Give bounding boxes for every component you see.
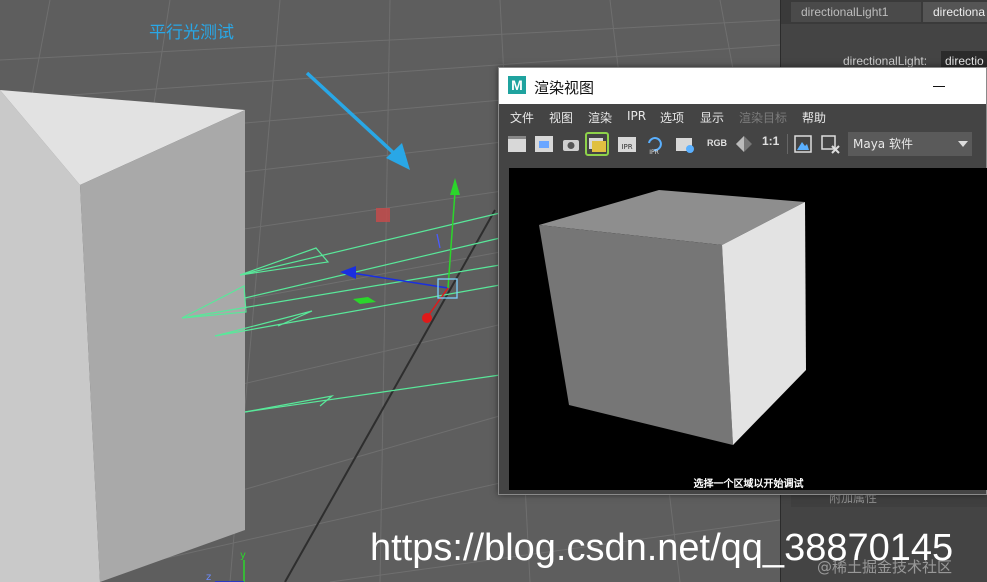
render-view-window[interactable]: M 渲染视图 文件 视图 渲染 IPR 选项 显示 渲染目标 帮助 IPR IP… xyxy=(498,67,987,495)
renderer-dropdown-value: Maya 软件 xyxy=(853,137,913,151)
render-settings-icon[interactable] xyxy=(674,133,696,155)
menu-ipr[interactable]: IPR xyxy=(627,109,646,123)
alpha-channel-icon[interactable] xyxy=(733,133,755,155)
render-toolbar: IPR IPR RGB 1:1 Maya 软件 xyxy=(499,128,986,160)
annotation-title: 平行光测试 xyxy=(149,23,234,43)
svg-text:IPR: IPR xyxy=(649,149,659,155)
attribute-editor-tabs: directionalLight1 directiona xyxy=(781,0,987,24)
node-type-label: directionalLight: xyxy=(843,54,928,68)
menu-bar: 文件 视图 渲染 IPR 选项 显示 渲染目标 帮助 xyxy=(499,104,986,128)
menu-display[interactable]: 显示 xyxy=(700,109,724,126)
rgb-channel-button[interactable]: RGB xyxy=(707,138,727,148)
window-titlebar[interactable]: M 渲染视图 xyxy=(499,68,986,104)
snapshot-icon[interactable] xyxy=(560,133,582,155)
render-region-icon[interactable] xyxy=(533,133,555,155)
axis-label-y: y xyxy=(240,550,246,561)
cube-mesh xyxy=(0,90,245,582)
menu-help[interactable]: 帮助 xyxy=(802,109,826,126)
juejin-watermark: @稀土掘金技术社区 xyxy=(817,558,953,576)
refresh-ipr-icon[interactable]: IPR xyxy=(643,133,665,156)
tab-directional-light-shape[interactable]: directiona xyxy=(923,2,987,22)
menu-options[interactable]: 选项 xyxy=(660,109,684,126)
tab-directional-light1[interactable]: directionalLight1 xyxy=(791,2,921,22)
real-size-button[interactable]: 1:1 xyxy=(762,134,779,148)
redo-render-icon[interactable] xyxy=(506,133,528,155)
chevron-down-icon xyxy=(958,141,968,147)
menu-view[interactable]: 视图 xyxy=(549,109,573,126)
rendered-cube-image xyxy=(539,190,806,445)
view-axis-indicator: y z xyxy=(206,550,246,582)
svg-text:IPR: IPR xyxy=(621,143,632,151)
menu-file[interactable]: 文件 xyxy=(510,109,534,126)
minimize-icon[interactable] xyxy=(933,86,945,87)
menu-render[interactable]: 渲染 xyxy=(588,109,612,126)
renderer-dropdown[interactable]: Maya 软件 xyxy=(848,132,972,156)
keep-image-icon[interactable] xyxy=(792,133,814,155)
maya-logo-icon: M xyxy=(508,76,526,94)
toolbar-separator xyxy=(787,134,788,154)
window-title: 渲染视图 xyxy=(534,79,595,97)
render-sequence-icon[interactable] xyxy=(585,132,609,156)
annotation-arrow xyxy=(305,71,410,170)
render-image-area[interactable]: 选择一个区域以开始调试 xyxy=(509,168,987,490)
axis-label-z: z xyxy=(206,572,211,582)
render-status-caption: 选择一个区域以开始调试 xyxy=(693,479,804,490)
remove-image-icon[interactable] xyxy=(819,133,841,155)
menu-render-target: 渲染目标 xyxy=(739,111,788,125)
ipr-render-icon[interactable]: IPR xyxy=(616,133,638,155)
